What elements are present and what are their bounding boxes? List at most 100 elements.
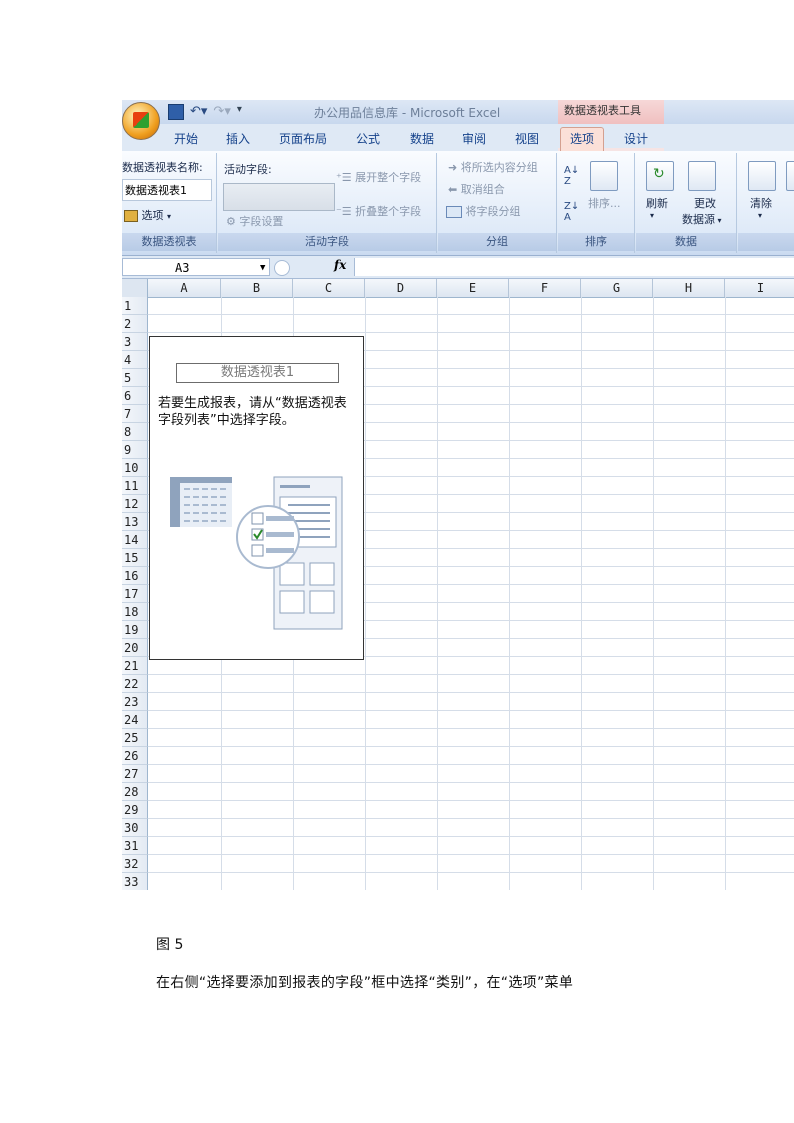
row-header-1[interactable]: 1 — [122, 297, 148, 315]
row-header-3[interactable]: 3 — [122, 333, 148, 351]
group-selection-button[interactable]: ➜ 将所选内容分组 — [448, 159, 538, 175]
undo-icon[interactable]: ↶▾ — [190, 104, 207, 120]
group-field-button[interactable]: 将字段分组 — [446, 203, 521, 219]
row-header-33[interactable]: 33 — [122, 873, 148, 890]
active-field-input[interactable] — [223, 183, 335, 211]
sort-desc-icon[interactable]: Z↓ A — [564, 201, 579, 223]
column-header-g[interactable]: G — [581, 279, 653, 297]
row-header-19[interactable]: 19 — [122, 621, 148, 639]
sort-button[interactable]: 排序... — [588, 195, 621, 211]
collapse-field-button[interactable]: ⁻☰ 折叠整个字段 — [336, 203, 421, 219]
select-all-button[interactable] — [122, 279, 148, 297]
expand-icon: ⁺☰ — [336, 171, 356, 184]
change-source-icon[interactable] — [688, 161, 716, 191]
tab-home[interactable]: 开始 — [174, 130, 198, 147]
column-header-f[interactable]: F — [509, 279, 581, 297]
row-header-31[interactable]: 31 — [122, 837, 148, 855]
row-header-22[interactable]: 22 — [122, 675, 148, 693]
row-header-4[interactable]: 4 — [122, 351, 148, 369]
save-icon[interactable] — [168, 104, 184, 120]
active-field-group-label: 活动字段 — [218, 233, 436, 251]
clear-button[interactable]: 清除 — [750, 195, 772, 211]
row-header-5[interactable]: 5 — [122, 369, 148, 387]
formula-input[interactable] — [354, 258, 794, 276]
refresh-button[interactable]: 刷新 — [646, 195, 668, 211]
customize-qat-icon[interactable]: ▾ — [237, 104, 242, 120]
figure-caption: 图 5 — [156, 937, 184, 953]
row-header-16[interactable]: 16 — [122, 567, 148, 585]
row-header-25[interactable]: 25 — [122, 729, 148, 747]
refresh-icon[interactable]: ↻ — [646, 161, 674, 191]
row-header-24[interactable]: 24 — [122, 711, 148, 729]
row-header-14[interactable]: 14 — [122, 531, 148, 549]
row-header-15[interactable]: 15 — [122, 549, 148, 567]
tab-insert[interactable]: 插入 — [226, 130, 250, 147]
row-header-6[interactable]: 6 — [122, 387, 148, 405]
row-header-11[interactable]: 11 — [122, 477, 148, 495]
pivot-options-button[interactable]: 选项 ▾ — [124, 207, 171, 223]
sort-dialog-icon[interactable] — [590, 161, 618, 191]
row-header-26[interactable]: 26 — [122, 747, 148, 765]
field-settings-button[interactable]: ⚙ 字段设置 — [226, 213, 283, 229]
pivot-table-placeholder[interactable]: 数据透视表1 若要生成报表，请从“数据透视表字段列表”中选择字段。 — [149, 336, 364, 660]
row-header-7[interactable]: 7 — [122, 405, 148, 423]
select-icon[interactable] — [786, 161, 794, 191]
row-header-2[interactable]: 2 — [122, 315, 148, 333]
row-header-13[interactable]: 13 — [122, 513, 148, 531]
redo-icon[interactable]: ↷▾ — [213, 104, 230, 120]
pivot-name-field[interactable]: 数据透视表1 — [122, 179, 212, 201]
sort-group-label: 排序 — [558, 233, 634, 251]
row-header-18[interactable]: 18 — [122, 603, 148, 621]
row-header-8[interactable]: 8 — [122, 423, 148, 441]
office-button[interactable] — [122, 102, 160, 140]
ungroup-button[interactable]: ⬅ 取消组合 — [448, 181, 505, 197]
row-header-27[interactable]: 27 — [122, 765, 148, 783]
clear-icon[interactable] — [748, 161, 776, 191]
row-header-9[interactable]: 9 — [122, 441, 148, 459]
row-header-21[interactable]: 21 — [122, 657, 148, 675]
column-header-h[interactable]: H — [653, 279, 725, 297]
column-header-b[interactable]: B — [221, 279, 293, 297]
name-box[interactable]: A3 ▼ — [122, 258, 270, 276]
gridline — [148, 854, 794, 855]
fx-icon[interactable]: fx — [334, 258, 346, 272]
row-header-28[interactable]: 28 — [122, 783, 148, 801]
zoom-circle-icon — [274, 260, 290, 276]
sort-asc-icon[interactable]: A↓ Z — [564, 165, 579, 187]
change-source-line1[interactable]: 更改 — [694, 195, 716, 211]
excel-window: ↶▾ ↷▾ ▾ 办公用品信息库 - Microsoft Excel 数据透视表工… — [122, 100, 794, 890]
gridline — [148, 782, 794, 783]
chevron-down-icon: ▾ — [715, 216, 722, 225]
gridline — [148, 728, 794, 729]
office-logo-icon — [133, 112, 149, 128]
actions-group-label — [738, 233, 794, 251]
row-header-23[interactable]: 23 — [122, 693, 148, 711]
gridline — [148, 836, 794, 837]
column-header-i[interactable]: I — [725, 279, 794, 297]
row-header-10[interactable]: 10 — [122, 459, 148, 477]
tab-data[interactable]: 数据 — [410, 130, 434, 147]
tab-design[interactable]: 设计 — [624, 130, 648, 147]
column-header-c[interactable]: C — [293, 279, 365, 297]
options-icon — [124, 210, 138, 222]
chevron-down-icon[interactable]: ▼ — [260, 259, 265, 277]
tab-view[interactable]: 视图 — [515, 130, 539, 147]
tab-formulas[interactable]: 公式 — [356, 130, 380, 147]
row-header-12[interactable]: 12 — [122, 495, 148, 513]
tab-page-layout[interactable]: 页面布局 — [279, 130, 327, 147]
column-header-a[interactable]: A — [148, 279, 221, 297]
tab-options[interactable]: 选项 — [560, 127, 605, 154]
row-header-32[interactable]: 32 — [122, 855, 148, 873]
tab-review[interactable]: 审阅 — [462, 130, 486, 147]
pivot-table-group: 数据透视表名称: 数据透视表1 选项 ▾ 数据透视表 — [122, 153, 217, 253]
change-source-button[interactable]: 数据源 ▾ — [682, 211, 722, 227]
row-header-17[interactable]: 17 — [122, 585, 148, 603]
row-header-30[interactable]: 30 — [122, 819, 148, 837]
column-header-e[interactable]: E — [437, 279, 509, 297]
row-header-20[interactable]: 20 — [122, 639, 148, 657]
column-header-d[interactable]: D — [365, 279, 437, 297]
row-header-29[interactable]: 29 — [122, 801, 148, 819]
expand-field-button[interactable]: ⁺☰ 展开整个字段 — [336, 169, 421, 185]
active-field-label: 活动字段: — [224, 163, 272, 176]
gridline — [148, 314, 794, 315]
